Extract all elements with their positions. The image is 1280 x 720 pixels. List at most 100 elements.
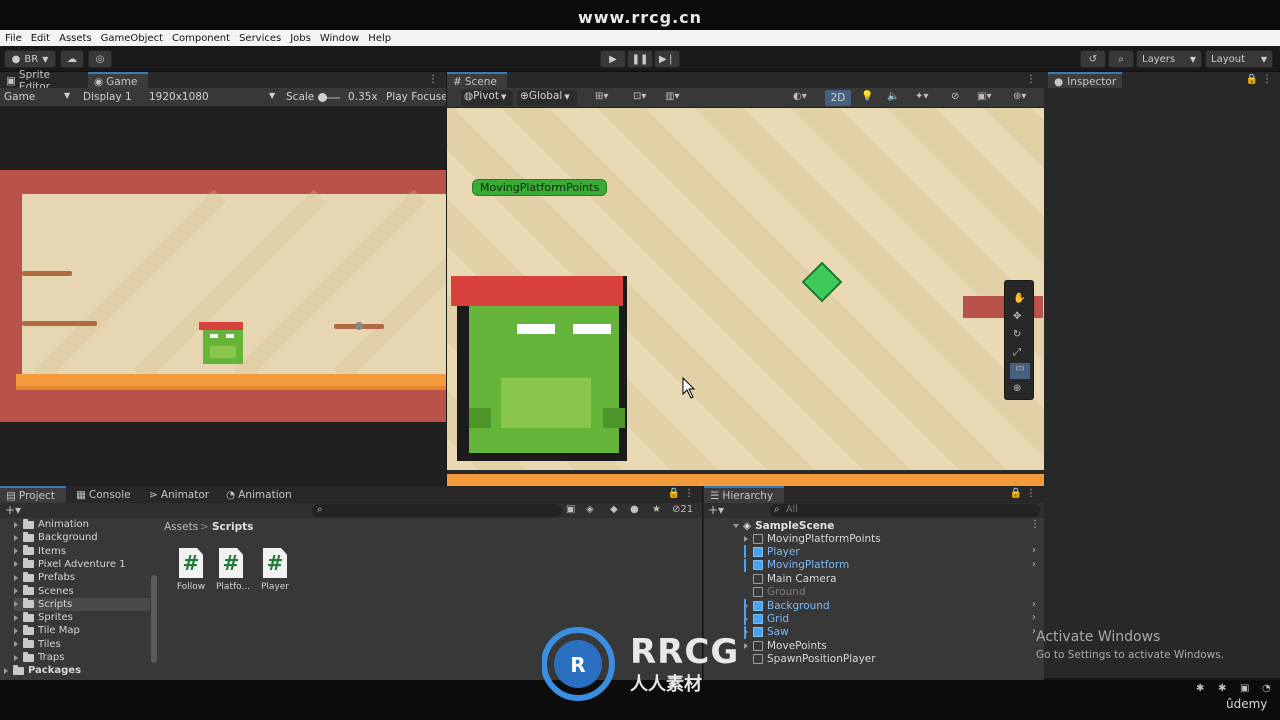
account-dropdown[interactable]: ● BR ▼ [4,50,56,68]
tab-animator[interactable]: ⋗ Animator [143,486,215,504]
folder-item[interactable]: Packages [4,664,150,677]
favorite-star-icon[interactable]: ★ [652,504,661,515]
layout-dropdown[interactable]: Layout ▼ [1205,50,1273,68]
scale-slider[interactable] [318,93,340,102]
expand-arrow-icon[interactable] [744,535,748,542]
hierarchy-item[interactable]: SpawnPositionPlayer [744,653,876,666]
folder-item[interactable]: Tiles [14,638,150,651]
menu-item-window[interactable]: Window [320,33,359,44]
rect-tool-icon[interactable]: ▭ [1010,363,1030,379]
visibility-icon[interactable]: ⊘ [951,91,959,102]
folder-item[interactable]: Sprites [14,611,150,624]
shading-mode-icon[interactable]: ◐▾ [793,91,807,102]
display-dropdown[interactable]: Display 1 [83,91,132,103]
breadcrumb-scripts[interactable]: Scripts [212,521,253,533]
grid-snap-icon[interactable]: ⊞▾ [595,91,608,102]
menu-item-help[interactable]: Help [368,33,391,44]
camera-icon[interactable]: ▣▾ [977,91,991,102]
menu-item-assets[interactable]: Assets [59,33,92,44]
filter-type-icon[interactable]: ▣ [566,504,575,515]
expand-arrow-icon[interactable] [14,588,18,594]
script-file[interactable]: # Platfo... [216,548,250,592]
move-tool-icon[interactable]: ✥ [1013,311,1021,322]
expand-arrow-icon[interactable] [14,641,18,648]
step-button[interactable]: ▶❘ [654,50,680,68]
tree-scrollbar[interactable] [151,575,157,663]
chevron-right-icon[interactable]: › [1032,545,1036,556]
hierarchy-item[interactable]: Saw [744,626,789,639]
more-options-icon[interactable]: ⋮ [428,74,438,85]
expand-arrow-icon[interactable] [14,561,18,568]
hierarchy-item[interactable]: MovingPlatformPoints [744,532,881,545]
expand-arrow-icon[interactable] [4,667,8,674]
pivot-dropdown[interactable]: ◍Pivot ▼ [461,90,513,106]
cloud-icon[interactable]: ☁ [60,50,84,68]
rotate-tool-icon[interactable]: ↻ [1013,329,1021,340]
hand-tool-icon[interactable]: ✋ [1013,293,1025,304]
expand-arrow-icon[interactable] [14,534,18,541]
more-options-icon[interactable]: ⋮ [1262,74,1272,85]
folder-item[interactable]: Items [14,545,150,558]
add-object-icon[interactable]: +▾ [708,503,724,517]
menu-item-jobs[interactable]: Jobs [290,33,311,44]
tab-animation[interactable]: ◔ Animation [220,486,300,504]
menu-item-edit[interactable]: Edit [31,33,50,44]
expand-arrow-icon[interactable] [14,614,18,621]
bug-icon[interactable]: ✱ [1218,683,1226,694]
hierarchy-item[interactable]: Background [744,599,830,612]
lock-icon[interactable]: 🔒 [1246,74,1258,85]
tag-icon[interactable]: ◆ [610,504,618,515]
hierarchy-item[interactable]: Main Camera [744,572,837,585]
expand-arrow-icon[interactable] [14,627,18,634]
scene-view[interactable]: ✋ ✥ ↻ ⤢ ▭ ⊕ [447,108,1044,486]
hierarchy-search-input[interactable]: ⌕ All [770,504,1040,517]
snap-increment-icon[interactable]: ⊡▾ [633,91,646,102]
collab-icon[interactable]: ◎ [88,50,112,68]
network-icon[interactable]: ▣ [1240,683,1249,694]
tab-project[interactable]: ▤ Project [0,486,66,504]
game-mode-dropdown[interactable]: Game [4,91,35,103]
project-search-input[interactable]: ⌕ [312,504,562,517]
lock-icon[interactable]: 🔒 [1010,488,1022,499]
gizmos-icon[interactable]: ⊛▾ [1013,91,1026,102]
script-file[interactable]: # Player [260,548,290,592]
expand-arrow-icon[interactable] [14,654,18,661]
script-file[interactable]: # Follow [176,548,206,592]
menu-item-component[interactable]: Component [172,33,230,44]
more-options-icon[interactable]: ⋮ [1026,488,1036,499]
search-icon[interactable]: ⌕ [1108,50,1134,68]
scene-root[interactable]: ◈ SampleScene [733,519,834,532]
transform-tool-icon[interactable]: ⊕ [1013,383,1021,394]
breadcrumb-assets[interactable]: Assets [164,521,198,533]
global-dropdown[interactable]: ⊕Global ▼ [517,90,577,106]
chevron-right-icon[interactable]: › [1032,559,1036,570]
audio-icon[interactable]: 🔈 [887,91,899,102]
more-options-icon[interactable]: ⋮ [1026,74,1036,85]
chevron-right-icon[interactable]: › [1032,612,1036,623]
folder-item[interactable]: Prefabs [14,571,150,584]
expand-arrow-icon[interactable] [14,521,18,528]
expand-arrow-icon[interactable] [733,523,739,528]
progress-icon[interactable]: ◔ [1262,683,1271,694]
tab-hierarchy[interactable]: ☰ Hierarchy [704,486,784,504]
scene-more-options-icon[interactable]: ⋮ [1030,519,1040,530]
folder-item[interactable]: Background [14,531,150,544]
ruler-icon[interactable]: ▥▾ [665,91,679,102]
expand-arrow-icon[interactable] [14,574,18,581]
info-icon[interactable]: ● [630,504,639,515]
resolution-dropdown[interactable]: 1920x1080 [149,91,209,103]
filter-label-icon[interactable]: ◈ [586,504,594,515]
folder-item[interactable]: Tile Map [14,624,150,637]
profiler-icon[interactable]: ✱ [1196,683,1204,694]
more-options-icon[interactable]: ⋮ [684,488,694,499]
effects-icon[interactable]: ✦▾ [915,91,928,102]
chevron-right-icon[interactable]: › [1032,599,1036,610]
menu-item-services[interactable]: Services [239,33,281,44]
hierarchy-item[interactable]: Ground [744,586,806,599]
folder-item[interactable]: Pixel Adventure 1 [14,558,150,571]
menu-item-gameobject[interactable]: GameObject [101,33,163,44]
tab-console[interactable]: ▦ Console [70,486,140,504]
folder-item[interactable]: Scripts [14,597,150,611]
expand-arrow-icon[interactable] [14,548,18,555]
play-button[interactable]: ▶ [600,50,626,68]
